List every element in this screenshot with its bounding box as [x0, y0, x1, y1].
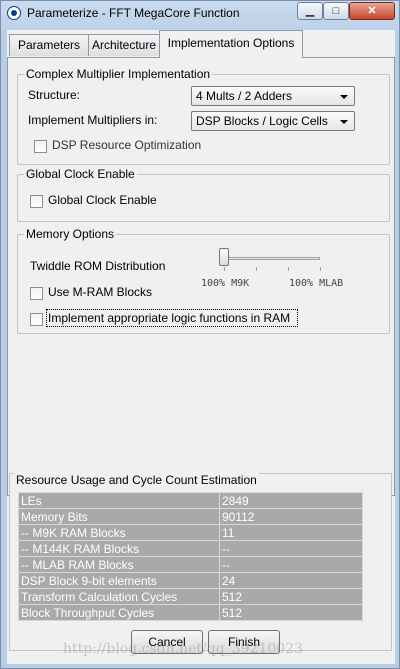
twiddle-slider-thumb[interactable] [219, 248, 229, 266]
use-mram-label: Use M-RAM Blocks [48, 285, 153, 299]
global-clock-checkbox[interactable] [30, 195, 43, 208]
slider-tick [288, 267, 289, 271]
global-clock-group: Global Clock Enable Global Clock Enable [17, 167, 390, 222]
app-icon [7, 6, 21, 20]
global-clock-label: Global Clock Enable [48, 193, 157, 207]
row-value: 2849 [219, 492, 363, 509]
row-value: 512 [219, 604, 363, 621]
minimize-button[interactable]: ▁ [297, 2, 323, 20]
twiddle-slider-track[interactable] [224, 257, 320, 260]
dsp-optimization-label: DSP Resource Optimization [52, 138, 202, 152]
watermark: http://blog.csdn.net/qq_39210023 [63, 641, 303, 657]
table-row: Memory Bits 90112 [18, 508, 363, 525]
tab-bar: Parameters Architecture Implementation O… [7, 30, 395, 58]
row-value: 90112 [219, 508, 363, 525]
structure-label: Structure: [28, 88, 81, 102]
slider-tick [320, 267, 321, 271]
client-area: Parameters Architecture Implementation O… [7, 30, 395, 664]
table-row: -- M144K RAM Blocks -- [18, 540, 363, 557]
slider-tick [224, 267, 225, 271]
close-button[interactable]: ✕ [349, 2, 395, 20]
twiddle-rom-label: Twiddle ROM Distribution [30, 259, 166, 273]
complex-multiplier-group: Complex Multiplier Implementation Struct… [17, 67, 390, 165]
window-title: Parameterize - FFT MegaCore Function [27, 6, 240, 20]
resource-table: LEs 2849 Memory Bits 90112 -- M9K RAM Bloc… [18, 492, 363, 621]
maximize-button[interactable]: □ [323, 2, 349, 20]
table-row: Block Throughput Cycles 512 [18, 604, 363, 621]
row-name: Memory Bits [18, 508, 220, 525]
row-name: Block Throughput Cycles [18, 604, 220, 621]
row-name: -- M144K RAM Blocks [18, 540, 220, 557]
multipliers-label: Implement Multipliers in: [28, 113, 158, 127]
tab-implementation-options[interactable]: Implementation Options [159, 30, 303, 58]
dialog-window: Parameterize - FFT MegaCore Function ▁ □… [0, 0, 400, 669]
slider-right-label: 100% MLAB [289, 278, 344, 289]
structure-select[interactable]: 4 Mults / 2 Adders [191, 86, 355, 106]
logic-in-ram-checkbox[interactable] [30, 313, 43, 326]
row-name: DSP Block 9-bit elements [18, 572, 220, 589]
memory-options-group: Memory Options Twiddle ROM Distribution … [17, 227, 390, 334]
table-row: -- MLAB RAM Blocks -- [18, 556, 363, 573]
table-row: DSP Block 9-bit elements 24 [18, 572, 363, 589]
group-title: Memory Options [24, 227, 117, 241]
group-title: Resource Usage and Cycle Count Estimatio… [14, 473, 259, 487]
slider-left-label: 100% M9K [201, 278, 250, 289]
group-title: Global Clock Enable [24, 167, 137, 181]
chevron-down-icon [340, 95, 348, 99]
tab-parameters[interactable]: Parameters [9, 34, 89, 56]
use-mram-checkbox[interactable] [30, 287, 43, 300]
title-bar[interactable]: Parameterize - FFT MegaCore Function ▁ □… [1, 1, 399, 25]
table-row: -- M9K RAM Blocks 11 [18, 524, 363, 541]
structure-value: 4 Mults / 2 Adders [196, 89, 293, 103]
row-name: Transform Calculation Cycles [18, 588, 220, 605]
resource-usage-group: Resource Usage and Cycle Count Estimatio… [9, 473, 392, 651]
table-row: LEs 2849 [18, 492, 363, 509]
row-name: -- M9K RAM Blocks [18, 524, 220, 541]
table-row: Transform Calculation Cycles 512 [18, 588, 363, 605]
multipliers-select[interactable]: DSP Blocks / Logic Cells [191, 111, 355, 131]
row-value: 512 [219, 588, 363, 605]
row-name: -- MLAB RAM Blocks [18, 556, 220, 573]
implementation-options-panel: Complex Multiplier Implementation Struct… [7, 57, 395, 496]
row-value: -- [219, 556, 363, 573]
group-title: Complex Multiplier Implementation [24, 67, 213, 81]
row-value: 11 [219, 524, 363, 541]
row-value: 24 [219, 572, 363, 589]
slider-tick [256, 267, 257, 271]
multipliers-value: DSP Blocks / Logic Cells [196, 114, 328, 128]
row-name: LEs [18, 492, 220, 509]
chevron-down-icon [340, 120, 348, 124]
row-value: -- [219, 540, 363, 557]
tab-architecture[interactable]: Architecture [88, 34, 160, 56]
logic-in-ram-label: Implement appropriate logic functions in… [48, 311, 291, 325]
dsp-optimization-checkbox[interactable] [34, 140, 47, 153]
